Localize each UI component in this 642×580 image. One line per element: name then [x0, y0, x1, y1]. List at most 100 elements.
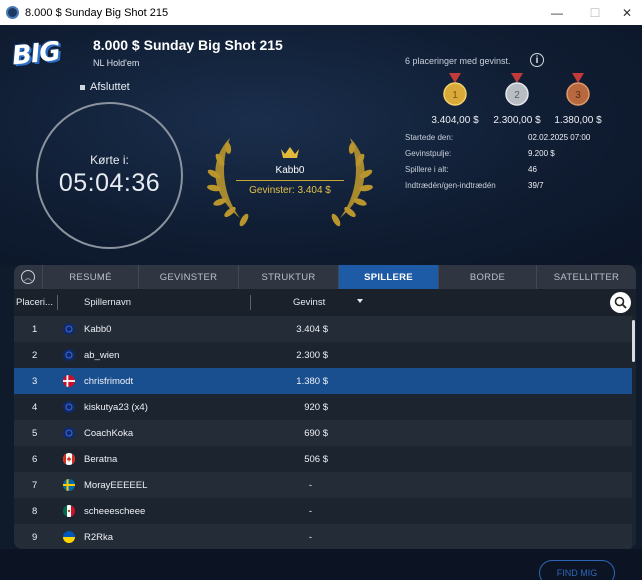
tab-satellitter[interactable]: SATELLITTER — [536, 265, 636, 289]
cell-prize: - — [308, 532, 312, 543]
info-icon[interactable]: i — [530, 53, 544, 67]
winner-prize: Gevinster: 3.404 $ — [249, 185, 331, 196]
winner-name: Kabb0 — [275, 165, 305, 176]
big-logo: BIG — [10, 36, 62, 72]
gold-medal-icon: 1 — [443, 73, 467, 106]
tab-struktur[interactable]: STRUKTUR — [238, 265, 338, 289]
scrollbar-thumb[interactable] — [632, 320, 635, 362]
table-row[interactable]: 5 CoachKoka 690 $ — [14, 420, 632, 446]
status-label: Afsluttet — [80, 81, 130, 93]
table-row[interactable]: 1 Kabb0 3.404 $ — [14, 316, 632, 342]
cell-prize: 2.300 $ — [296, 350, 328, 361]
international-flag-icon — [63, 323, 75, 335]
cell-place: 6 — [32, 454, 38, 465]
crown-icon — [281, 147, 299, 158]
lobby-panel: ︿ RESUMÉ GEVINSTER STRUKTUR SPILLERE BOR… — [14, 265, 636, 549]
cell-name: Beratna — [84, 454, 118, 465]
cell-place: 2 — [32, 350, 38, 361]
table-row-selected[interactable]: 3 chrisfrimodt 1.380 $ — [14, 368, 632, 394]
tournament-title: 8.000 $ Sunday Big Shot 215 — [93, 37, 283, 53]
info-value: 46 — [528, 165, 537, 174]
bronze-medal-icon: 3 — [566, 73, 590, 106]
info-key: Indtrædén/gen-indtrædén — [405, 181, 496, 190]
tab-resume[interactable]: RESUMÉ — [42, 265, 138, 289]
minimize-button[interactable]: — — [540, 0, 574, 25]
tab-borde[interactable]: BORDE — [438, 265, 536, 289]
column-divider — [250, 295, 251, 310]
cell-prize: - — [308, 480, 312, 491]
maximize-button[interactable]: ☐ — [578, 0, 612, 25]
window-titlebar: 8.000 $ Sunday Big Shot 215 — ☐ ✕ — [0, 0, 642, 25]
info-row-players: Spillere i alt: 46 — [405, 165, 635, 181]
cell-place: 7 — [32, 480, 38, 491]
winner-divider — [236, 180, 344, 181]
find-me-button[interactable]: FIND MIG — [539, 560, 615, 580]
app-icon — [6, 6, 19, 19]
svg-text:3: 3 — [575, 90, 581, 101]
info-key: Spillere i alt: — [405, 165, 449, 174]
third-prize-amount: 1.380,00 $ — [554, 115, 602, 126]
column-divider — [57, 295, 58, 310]
sweden-flag-icon — [63, 479, 75, 491]
info-row-entries: Indtrædén/gen-indtrædén 39/7 — [405, 181, 635, 197]
table-row[interactable]: 4 kiskutya23 (x4) 920 $ — [14, 394, 632, 420]
cell-name: R2Rka — [84, 532, 114, 543]
column-place[interactable]: Placeri... — [16, 297, 53, 308]
column-prize[interactable]: Gevinst — [293, 297, 325, 308]
clock-label: Kørte i: — [90, 153, 129, 167]
info-key: Startede den: — [405, 133, 454, 142]
info-row-prizepool: Gevinstpulje: 9.200 $ — [405, 149, 635, 165]
cell-place: 3 — [32, 376, 38, 387]
info-row-start: Startede den: 02.02.2025 07:00 — [405, 133, 635, 149]
cell-place: 4 — [32, 402, 38, 413]
cell-name: kiskutya23 (x4) — [84, 402, 148, 413]
table-row[interactable]: 2 ab_wien 2.300 $ — [14, 342, 632, 368]
canada-flag-icon — [63, 453, 75, 465]
cell-place: 8 — [32, 506, 38, 517]
cell-name: scheeescheee — [84, 506, 146, 517]
svg-text:2: 2 — [514, 90, 520, 101]
table-row[interactable]: 9 R2Rka - — [14, 524, 632, 549]
cell-prize: 3.404 $ — [296, 324, 328, 335]
paid-places-text: 6 placeringer med gevinst. — [405, 56, 511, 66]
info-value: 9.200 $ — [528, 149, 555, 158]
tab-gevinster[interactable]: GEVINSTER — [138, 265, 238, 289]
winner-badge: Kabb0 Gevinster: 3.404 $ — [200, 130, 380, 230]
tab-spillere[interactable]: SPILLERE — [338, 265, 438, 289]
denmark-flag-icon — [63, 375, 75, 387]
search-icon — [614, 296, 627, 309]
cell-prize: 690 $ — [304, 428, 328, 439]
mexico-flag-icon — [63, 505, 75, 517]
cell-name: CoachKoka — [84, 428, 134, 439]
run-time-clock: Kørte i: 05:04:36 — [36, 102, 183, 249]
cell-prize: - — [308, 506, 312, 517]
cell-name: ab_wien — [84, 350, 120, 361]
column-name[interactable]: Spillernavn — [84, 297, 131, 308]
cell-place: 5 — [32, 428, 38, 439]
cell-prize: 1.380 $ — [296, 376, 328, 387]
silver-medal-icon: 2 — [505, 73, 529, 106]
players-table: 1 Kabb0 3.404 $ 2 ab_wien 2.300 $ 3 chri… — [14, 316, 632, 549]
table-row[interactable]: 7 MorayEEEEEL - — [14, 472, 632, 498]
info-value: 02.02.2025 07:00 — [528, 133, 591, 142]
search-button[interactable] — [610, 292, 631, 313]
status-text: Afsluttet — [90, 81, 130, 93]
table-scrollbar[interactable] — [632, 316, 636, 549]
table-row[interactable]: 6 Beratna 506 $ — [14, 446, 632, 472]
chevron-up-icon: ︿ — [21, 270, 35, 284]
cell-prize: 506 $ — [304, 454, 328, 465]
cell-place: 1 — [32, 324, 38, 335]
svg-text:1: 1 — [452, 90, 458, 101]
first-prize-amount: 3.404,00 $ — [431, 115, 479, 126]
sort-arrow-icon[interactable] — [357, 299, 363, 303]
status-bullet-icon — [80, 84, 85, 90]
cell-place: 9 — [32, 532, 38, 543]
collapse-toggle[interactable]: ︿ — [14, 265, 42, 289]
info-value: 39/7 — [528, 181, 544, 190]
close-button[interactable]: ✕ — [610, 0, 642, 25]
international-flag-icon — [63, 349, 75, 361]
cell-name: Kabb0 — [84, 324, 112, 335]
table-header: Placeri... Spillernavn Gevinst — [14, 289, 636, 316]
table-row[interactable]: 8 scheeescheee - — [14, 498, 632, 524]
cell-name: MorayEEEEEL — [84, 480, 148, 491]
